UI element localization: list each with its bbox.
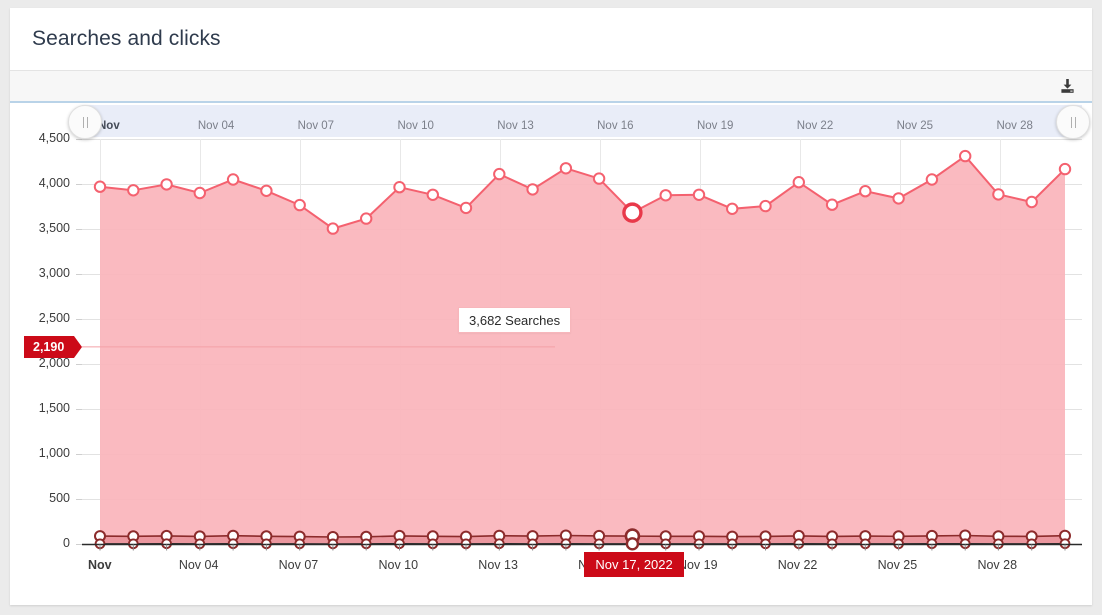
data-point[interactable] <box>428 190 438 200</box>
navigator-tick-label: Nov 28 <box>996 120 1032 132</box>
data-point[interactable] <box>794 177 804 187</box>
crosshair-value-badge: 2,190 <box>24 336 74 358</box>
data-point[interactable] <box>927 174 937 184</box>
data-point[interactable] <box>361 213 371 223</box>
data-point[interactable] <box>394 182 404 192</box>
x-axis-tick-label: Nov 07 <box>279 558 319 572</box>
navigator-tick-label: Nov 19 <box>697 120 733 132</box>
grip-bar <box>83 117 84 128</box>
page-title: Searches and clicks <box>32 27 221 51</box>
data-point[interactable] <box>461 203 471 213</box>
x-axis-tick-label: Nov 10 <box>378 558 418 572</box>
x-axis-tick-label: Nov 13 <box>478 558 518 572</box>
data-point[interactable] <box>1060 164 1070 174</box>
grip-bar <box>1075 117 1076 128</box>
y-axis-tick-label: 2,000 <box>18 356 70 370</box>
data-point[interactable] <box>295 200 305 210</box>
navigator-tick-label: Nov 22 <box>797 120 833 132</box>
range-handle-left[interactable] <box>68 105 102 139</box>
navigator-tick-label: Nov 10 <box>397 120 433 132</box>
data-point[interactable] <box>561 163 571 173</box>
y-axis-tick-label: 1,500 <box>18 401 70 415</box>
crosshair-date-badge: Nov 17, 2022 <box>584 552 683 577</box>
y-axis-tick-label: 1,000 <box>18 446 70 460</box>
range-handle-right[interactable] <box>1056 105 1090 139</box>
data-point[interactable] <box>328 223 338 233</box>
navigator-tick-label: Nov 25 <box>897 120 933 132</box>
navigator-tick-label: Nov 16 <box>597 120 633 132</box>
data-point[interactable] <box>760 201 770 211</box>
data-point[interactable] <box>494 169 504 179</box>
data-point[interactable] <box>860 186 870 196</box>
chart-canvas[interactable]: NovNov 04Nov 07Nov 10Nov 13Nov 16Nov 19N… <box>10 103 1092 603</box>
data-point[interactable] <box>661 190 671 200</box>
card-header: Searches and clicks <box>10 8 1092 71</box>
data-point[interactable] <box>594 173 604 183</box>
grip-bar <box>87 117 88 128</box>
download-icon[interactable] <box>1056 76 1078 96</box>
data-point[interactable] <box>161 179 171 189</box>
data-point[interactable] <box>261 186 271 196</box>
chart-plot <box>10 103 1092 603</box>
y-axis-tick-label: 3,000 <box>18 266 70 280</box>
y-axis-tick-label: 4,500 <box>18 131 70 145</box>
data-point[interactable] <box>195 188 205 198</box>
data-point[interactable] <box>228 174 238 184</box>
data-point[interactable] <box>694 190 704 200</box>
card-toolbar <box>10 71 1092 103</box>
navigator-tick-label: Nov 04 <box>198 120 234 132</box>
y-axis-tick-label: 0 <box>18 536 70 550</box>
navigator-tick-label: Nov 13 <box>497 120 533 132</box>
data-point[interactable] <box>527 184 537 194</box>
y-axis-tick-label: 3,500 <box>18 221 70 235</box>
y-axis-tick-label: 4,000 <box>18 176 70 190</box>
data-point[interactable] <box>128 185 138 195</box>
x-axis-tick-label: Nov 28 <box>977 558 1017 572</box>
data-point[interactable] <box>1027 197 1037 207</box>
series-searches <box>95 151 1070 544</box>
x-axis-tick-label: Nov <box>88 558 112 572</box>
data-point[interactable] <box>960 151 970 161</box>
x-axis-tick-label: Nov 04 <box>179 558 219 572</box>
data-point[interactable] <box>993 189 1003 199</box>
data-point[interactable] <box>827 200 837 210</box>
x-axis-tick-label: Nov 19 <box>678 558 718 572</box>
x-axis-tick-label: Nov 25 <box>878 558 918 572</box>
data-point[interactable] <box>727 204 737 214</box>
y-axis-tick-label: 2,500 <box>18 311 70 325</box>
data-point[interactable] <box>893 193 903 203</box>
grip-bar <box>1071 117 1072 128</box>
y-axis-tick-label: 500 <box>18 491 70 505</box>
x-axis-tick-label: Nov 22 <box>778 558 818 572</box>
data-point[interactable] <box>95 182 105 192</box>
navigator-tick-label: Nov 07 <box>298 120 334 132</box>
x-axis-ticks <box>100 545 1065 551</box>
searches-tooltip: 3,682 Searches <box>458 307 571 333</box>
searches-and-clicks-card: Searches and clicks <box>10 8 1092 605</box>
